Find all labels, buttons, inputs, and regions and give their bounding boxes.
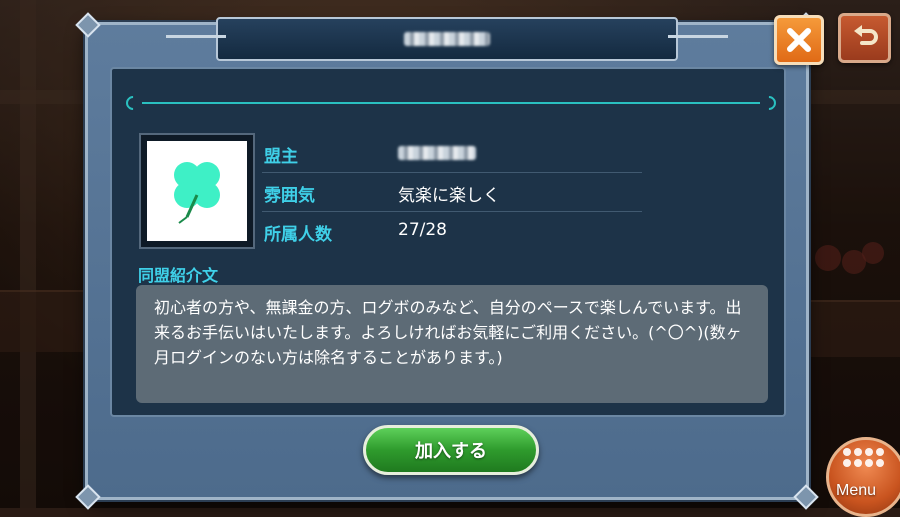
atmosphere-row: 雰囲気 気楽に楽しく xyxy=(262,172,642,212)
intro-text: 初心者の方や、無課金の方、ログボのみなど、自分のペースで楽しんでいます。出来るお… xyxy=(154,298,742,367)
alliance-info-panel: 盟主 ■■■■ 雰囲気 気楽に楽しく 所属人数 27/28 同盟紹介文 初心者の… xyxy=(110,67,786,417)
menu-label: Menu xyxy=(836,482,877,499)
clover-icon xyxy=(174,162,220,224)
atmosphere-label: 雰囲気 xyxy=(264,186,315,206)
close-button[interactable] xyxy=(774,15,824,65)
leader-label: 盟主 xyxy=(264,147,298,167)
intro-text-box: 初心者の方や、無課金の方、ログボのみなど、自分のペースで楽しんでいます。出来るお… xyxy=(136,285,768,403)
leader-value: ■■■■ xyxy=(398,146,476,160)
join-button-label: 加入する xyxy=(415,441,487,462)
close-icon xyxy=(787,28,811,52)
dialog-title-bar: ■■■■ xyxy=(166,17,728,61)
back-button[interactable] xyxy=(838,13,891,63)
alliance-info-dialog: ■■■■ 盟主 ■ xyxy=(75,12,819,510)
menu-dots-icon xyxy=(843,448,884,467)
alliance-emblem-frame xyxy=(139,133,255,249)
dialog-title: ■■■■ xyxy=(404,32,490,46)
atmosphere-value: 気楽に楽しく xyxy=(398,186,500,206)
join-button[interactable]: 加入する xyxy=(363,425,539,475)
intro-title: 同盟紹介文 xyxy=(138,266,219,285)
leader-row: 盟主 ■■■■ xyxy=(262,133,642,173)
members-value: 27/28 xyxy=(398,220,447,240)
members-label: 所属人数 xyxy=(264,225,332,245)
alliance-emblem xyxy=(147,141,247,241)
back-arrow-icon xyxy=(853,25,878,45)
menu-button[interactable]: Menu xyxy=(826,437,900,517)
ornament-divider xyxy=(142,102,760,104)
members-row: 所属人数 27/28 xyxy=(262,211,642,250)
